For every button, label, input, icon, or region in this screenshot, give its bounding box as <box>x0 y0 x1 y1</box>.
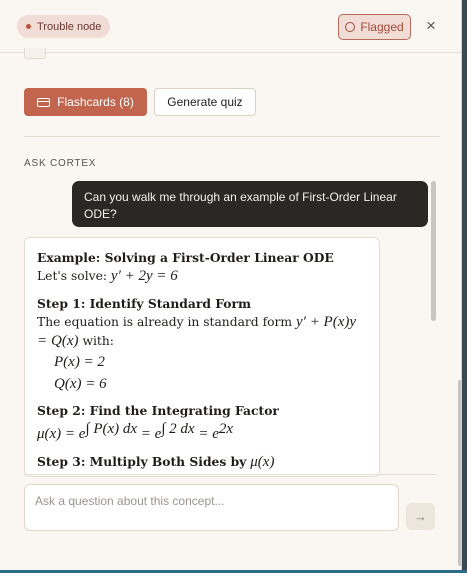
close-button[interactable]: × <box>421 16 441 36</box>
q-value-math: Q(x) = 6 <box>54 376 107 392</box>
exp3-math: 2x <box>218 421 234 437</box>
step2-heading: Step 2: Find the Integrating Factor <box>37 403 279 418</box>
answer-title: Example: Solving a First-Order Linear OD… <box>37 250 334 265</box>
panel-scrollbar[interactable] <box>458 380 461 566</box>
step1-text: The equation is already in standard form… <box>37 313 367 351</box>
exp2-math: ∫ 2 dx <box>161 421 195 437</box>
generate-quiz-button[interactable]: Generate quiz <box>154 88 256 116</box>
ask-question-input[interactable] <box>24 484 399 531</box>
step3-mu-math: μ(x) <box>250 454 275 471</box>
panel-header: Trouble node Flagged × <box>0 0 461 53</box>
flashcards-button[interactable]: Flashcards (8) <box>24 88 147 116</box>
card-icon <box>37 97 51 107</box>
step1-form2-math: Q(x) <box>51 333 79 349</box>
assistant-answer-card: Example: Solving a First-Order Linear OD… <box>24 237 380 477</box>
step2-formula: μ(x) = e∫ P(x) dx = e∫ 2 dx = e2x <box>37 420 367 444</box>
flashcards-label: Flashcards (8) <box>57 95 134 109</box>
eq-math: = e <box>137 426 162 443</box>
lets-solve-text: Let's solve: <box>37 269 107 283</box>
step1-text-a: The equation is already in standard form <box>37 315 293 329</box>
status-dot-icon <box>26 24 31 29</box>
equation-math: y′ + 2y = 6 <box>110 268 178 284</box>
mu-math: μ(x) = e <box>37 426 86 443</box>
circle-icon <box>345 22 356 32</box>
chat-scrollbar[interactable] <box>431 181 436 321</box>
exp1-math: ∫ P(x) dx <box>85 421 138 437</box>
flagged-label: Flagged <box>360 20 404 34</box>
user-message-text: Can you walk me through an example of Fi… <box>84 190 397 221</box>
flagged-button[interactable]: Flagged <box>338 14 411 40</box>
p-value-math: P(x) = 2 <box>54 354 105 370</box>
ask-section-label: ASK CORTEX <box>24 158 97 169</box>
eq2-math: = e <box>194 426 219 443</box>
status-badge: Trouble node <box>17 15 111 38</box>
concept-panel: Trouble node Flagged × Flashcards (8) Ge… <box>0 0 462 570</box>
step3-heading-row: Step 3: Multiply Both Sides by μ(x) <box>37 452 367 472</box>
user-message-bubble: Can you walk me through an example of Fi… <box>72 181 428 227</box>
step1-text-b: with: <box>82 334 114 348</box>
send-button[interactable]: → <box>406 503 435 530</box>
answer-intro: Let's solve: y′ + 2y = 6 <box>37 267 367 286</box>
composer-divider <box>24 474 436 475</box>
close-icon: × <box>426 16 436 35</box>
collapsed-content-stub <box>24 48 46 59</box>
generate-quiz-label: Generate quiz <box>167 95 243 109</box>
status-badge-label: Trouble node <box>37 20 102 33</box>
arrow-right-icon: → <box>414 509 427 524</box>
step1-heading: Step 1: Identify Standard Form <box>37 296 251 311</box>
step3-heading: Step 3: Multiply Both Sides by <box>37 454 247 470</box>
section-divider <box>24 136 440 137</box>
